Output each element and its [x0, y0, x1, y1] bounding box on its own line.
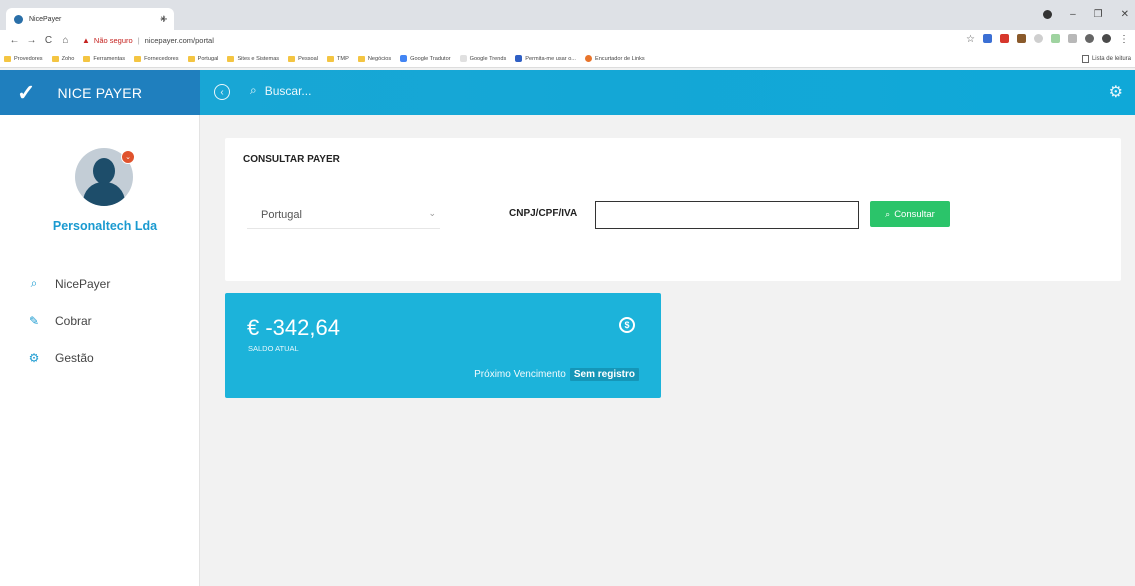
- reading-list-icon: [1081, 55, 1089, 63]
- bookmark-item[interactable]: Pessoal: [288, 55, 318, 62]
- favicon-icon: [14, 14, 23, 24]
- bookmark-item[interactable]: Sites e Sistemas: [227, 55, 279, 62]
- bookmark-item[interactable]: Google Trends: [459, 55, 506, 62]
- extension-icon[interactable]: [1017, 34, 1026, 43]
- close-window-icon[interactable]: ✕: [1121, 9, 1129, 20]
- bookmark-item[interactable]: Provedores: [4, 55, 43, 62]
- url-text: nicepayer.com/portal: [144, 35, 214, 45]
- consultar-button[interactable]: ⌕ Consultar: [870, 201, 950, 227]
- folder-icon: [288, 55, 296, 62]
- profile-icon[interactable]: [1043, 10, 1053, 19]
- bookmark-item[interactable]: Google Tradutor: [400, 55, 451, 62]
- forward-icon[interactable]: →: [25, 35, 38, 46]
- bookmark-p-icon: [515, 55, 523, 62]
- sidebar-item-label: NicePayer: [55, 276, 111, 291]
- extension-icon[interactable]: [1034, 34, 1043, 43]
- browser-tabstrip: NicePayer × + – ❐ ✕: [0, 0, 1135, 30]
- sidebar-item-label: Cobrar: [55, 313, 92, 328]
- translate-icon: [400, 55, 408, 62]
- folder-icon: [134, 55, 142, 62]
- sidebar-item-label: Gestão: [55, 350, 94, 365]
- bookmark-item[interactable]: Portugal: [187, 55, 218, 62]
- folder-icon: [357, 55, 365, 62]
- bookmark-item[interactable]: Zoho: [51, 55, 74, 62]
- card-title: CONSULTAR PAYER: [243, 154, 340, 165]
- warning-icon: ▲: [82, 35, 90, 45]
- dollar-icon: $: [619, 317, 635, 333]
- bookmark-item[interactable]: TMP: [327, 55, 349, 62]
- bookmark-item[interactable]: Permita-me usar o...: [515, 55, 576, 62]
- extension-icon[interactable]: [1051, 34, 1060, 43]
- sidebar: ⌄ Personaltech Lda ⌕ NicePayer ✎ Cobrar …: [0, 115, 200, 586]
- cnpj-input[interactable]: [595, 201, 859, 229]
- bookmark-item[interactable]: Encurtador de Links: [584, 55, 645, 62]
- folder-icon: [51, 55, 59, 62]
- sidebar-item-cobrar[interactable]: ✎ Cobrar: [27, 302, 110, 339]
- extensions: ☆ ⋮: [966, 34, 1129, 45]
- search-input[interactable]: Buscar...: [265, 84, 312, 98]
- avatar-icon[interactable]: [1102, 34, 1111, 43]
- consultar-label: Consultar: [894, 208, 935, 220]
- chevron-down-icon: ⌄: [428, 208, 436, 218]
- puzzle-icon[interactable]: [1085, 34, 1094, 43]
- bookmark-item[interactable]: Negócios: [357, 55, 391, 62]
- browser-tab[interactable]: NicePayer ×: [6, 8, 174, 30]
- brand-name: NICE PAYER: [57, 84, 143, 101]
- extension-icon[interactable]: [983, 34, 992, 43]
- company-name: Personaltech Lda: [52, 219, 158, 233]
- browser-toolbar: ← → C ⌂ ▲ Não seguro | nicepayer.com/por…: [0, 30, 1135, 50]
- sidebar-menu: ⌕ NicePayer ✎ Cobrar ⚙ Gestão: [27, 265, 111, 376]
- security-status: Não seguro: [93, 35, 133, 45]
- edit-icon: ✎: [28, 313, 40, 328]
- sidebar-item-gestao[interactable]: ⚙ Gestão: [27, 339, 110, 376]
- minimize-icon[interactable]: –: [1070, 9, 1076, 20]
- country-select[interactable]: Portugal ⌄: [247, 202, 440, 229]
- logo-icon: ✓: [17, 79, 36, 105]
- reading-list[interactable]: Lista de leitura: [1075, 50, 1131, 67]
- bookmark-item[interactable]: Ferramentas: [83, 55, 125, 62]
- collapse-sidebar-icon[interactable]: ‹: [214, 84, 230, 100]
- home-icon[interactable]: ⌂: [59, 35, 72, 46]
- bookmarks-bar: Provedores Zoho Ferramentas Fornecedores…: [0, 50, 1135, 68]
- folder-icon: [83, 55, 91, 62]
- gear-icon: ⚙: [28, 350, 40, 365]
- avatar-menu-icon[interactable]: ⌄: [121, 150, 135, 164]
- trends-icon: [459, 55, 467, 62]
- sidebar-item-nicepayer[interactable]: ⌕ NicePayer: [27, 265, 111, 302]
- search-icon: ⌕: [30, 276, 38, 290]
- search-icon: ⌕: [885, 208, 891, 219]
- star-icon[interactable]: ☆: [966, 34, 975, 45]
- address-bar[interactable]: ▲ Não seguro | nicepayer.com/portal: [82, 36, 214, 45]
- restore-icon[interactable]: ❐: [1094, 9, 1103, 20]
- app-header: ✓ NICE PAYER ‹ ⌕ Buscar... ⚙: [0, 70, 1135, 115]
- folder-icon: [227, 55, 235, 62]
- brand[interactable]: ✓ NICE PAYER: [0, 70, 200, 115]
- reload-icon[interactable]: C: [42, 35, 55, 46]
- extension-icon[interactable]: [1068, 34, 1077, 43]
- country-value: Portugal: [261, 209, 302, 221]
- balance-amount: € -342,64: [247, 315, 340, 340]
- pdf-icon[interactable]: [1000, 34, 1009, 43]
- cnpj-label: CNPJ/CPF/IVA: [509, 208, 578, 219]
- new-tab-button[interactable]: +: [160, 11, 168, 26]
- folder-icon: [327, 55, 335, 62]
- tab-title: NicePayer: [29, 15, 62, 23]
- folder-icon: [187, 55, 195, 62]
- search-bar[interactable]: ⌕ Buscar...: [250, 83, 311, 98]
- link-icon: [584, 55, 592, 62]
- settings-icon[interactable]: ⚙: [1109, 82, 1123, 102]
- bookmark-item[interactable]: Fornecedores: [134, 55, 179, 62]
- next-due-label: Próximo Vencimento: [474, 369, 566, 380]
- search-icon: ⌕: [250, 83, 257, 97]
- back-icon[interactable]: ←: [8, 35, 21, 46]
- balance-label: SALDO ATUAL: [248, 344, 299, 353]
- window-controls: – ❐ ✕: [1043, 9, 1129, 20]
- next-due-value: Sem registro: [569, 368, 639, 381]
- menu-icon[interactable]: ⋮: [1119, 34, 1129, 45]
- folder-icon: [4, 55, 11, 62]
- balance-tile: € -342,64 SALDO ATUAL $ Próximo Vencimen…: [225, 293, 661, 398]
- consult-payer-card: CONSULTAR PAYER Portugal ⌄ CNPJ/CPF/IVA …: [225, 138, 1121, 281]
- next-due: Próximo Vencimento Sem registro: [474, 368, 639, 381]
